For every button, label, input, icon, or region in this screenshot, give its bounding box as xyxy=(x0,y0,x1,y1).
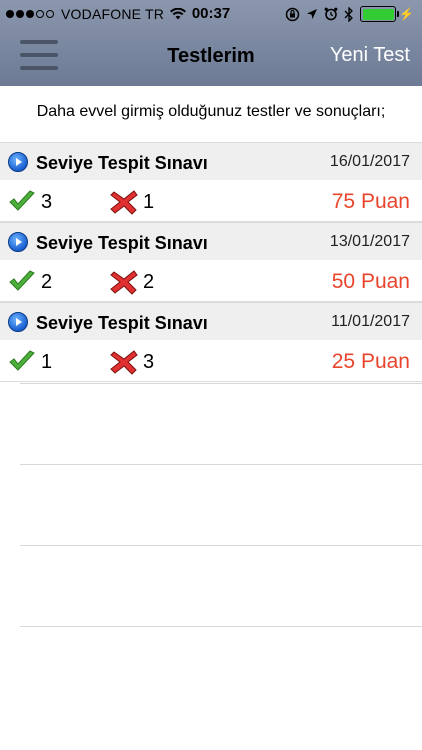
test-result-row: 1 3 25 Puan xyxy=(0,340,422,382)
test-list: Seviye Tespit Sınavı 16/01/2017 3 1 75 P… xyxy=(0,142,422,382)
alarm-icon xyxy=(324,7,338,21)
wrong-count: 3 xyxy=(143,351,155,373)
rotation-lock-icon xyxy=(285,7,300,21)
status-bar: VODAFONE TR 00:37 ⚡ xyxy=(0,0,422,30)
hamburger-icon xyxy=(20,40,58,44)
test-date: 16/01/2017 xyxy=(329,153,410,170)
wrong-count: 1 xyxy=(143,191,155,213)
score: 25 Puan xyxy=(331,350,410,373)
test-date: 13/01/2017 xyxy=(329,233,410,250)
checkmark-icon xyxy=(9,190,35,211)
header: VODAFONE TR 00:37 ⚡ Testlerim Yeni Test xyxy=(0,0,422,86)
nav-bar: Testlerim Yeni Test xyxy=(0,30,422,86)
score: 50 Puan xyxy=(331,270,410,293)
test-name: Seviye Tespit Sınavı xyxy=(36,233,208,253)
checkmark-icon xyxy=(9,350,35,371)
arrow-circle-icon[interactable] xyxy=(8,232,28,252)
test-section-header[interactable]: Seviye Tespit Sınavı 13/01/2017 xyxy=(0,222,422,260)
arrow-circle-icon[interactable] xyxy=(8,152,28,172)
bluetooth-icon xyxy=(344,6,353,22)
cross-icon xyxy=(110,190,138,215)
separator xyxy=(20,383,422,384)
test-name: Seviye Tespit Sınavı xyxy=(36,313,208,333)
score: 75 Puan xyxy=(331,190,410,213)
separator xyxy=(20,626,422,627)
correct-count: 2 xyxy=(41,271,53,293)
correct-count: 3 xyxy=(41,191,53,213)
status-right: ⚡ xyxy=(279,6,414,22)
test-name: Seviye Tespit Sınavı xyxy=(36,153,208,173)
battery-icon xyxy=(360,6,400,22)
cross-icon xyxy=(110,270,138,295)
separator xyxy=(20,545,422,546)
test-date: 11/01/2017 xyxy=(331,313,410,330)
test-result-row: 3 1 75 Puan xyxy=(0,180,422,222)
cross-icon xyxy=(110,350,138,375)
separator xyxy=(20,464,422,465)
new-test-button[interactable]: Yeni Test xyxy=(330,44,410,67)
test-section-header[interactable]: Seviye Tespit Sınavı 16/01/2017 xyxy=(0,142,422,180)
wrong-count: 2 xyxy=(143,271,155,293)
location-icon xyxy=(307,9,318,19)
empty-table-area xyxy=(20,383,422,707)
battery-fill xyxy=(362,8,394,20)
charging-icon: ⚡ xyxy=(399,7,414,21)
correct-count: 1 xyxy=(41,351,53,373)
test-result-row: 2 2 50 Puan xyxy=(0,260,422,302)
arrow-circle-icon[interactable] xyxy=(8,312,28,332)
checkmark-icon xyxy=(9,270,35,291)
test-section-header[interactable]: Seviye Tespit Sınavı 11/01/2017 xyxy=(0,302,422,340)
intro-text: Daha evvel girmiş olduğunuz testler ve s… xyxy=(36,103,386,120)
